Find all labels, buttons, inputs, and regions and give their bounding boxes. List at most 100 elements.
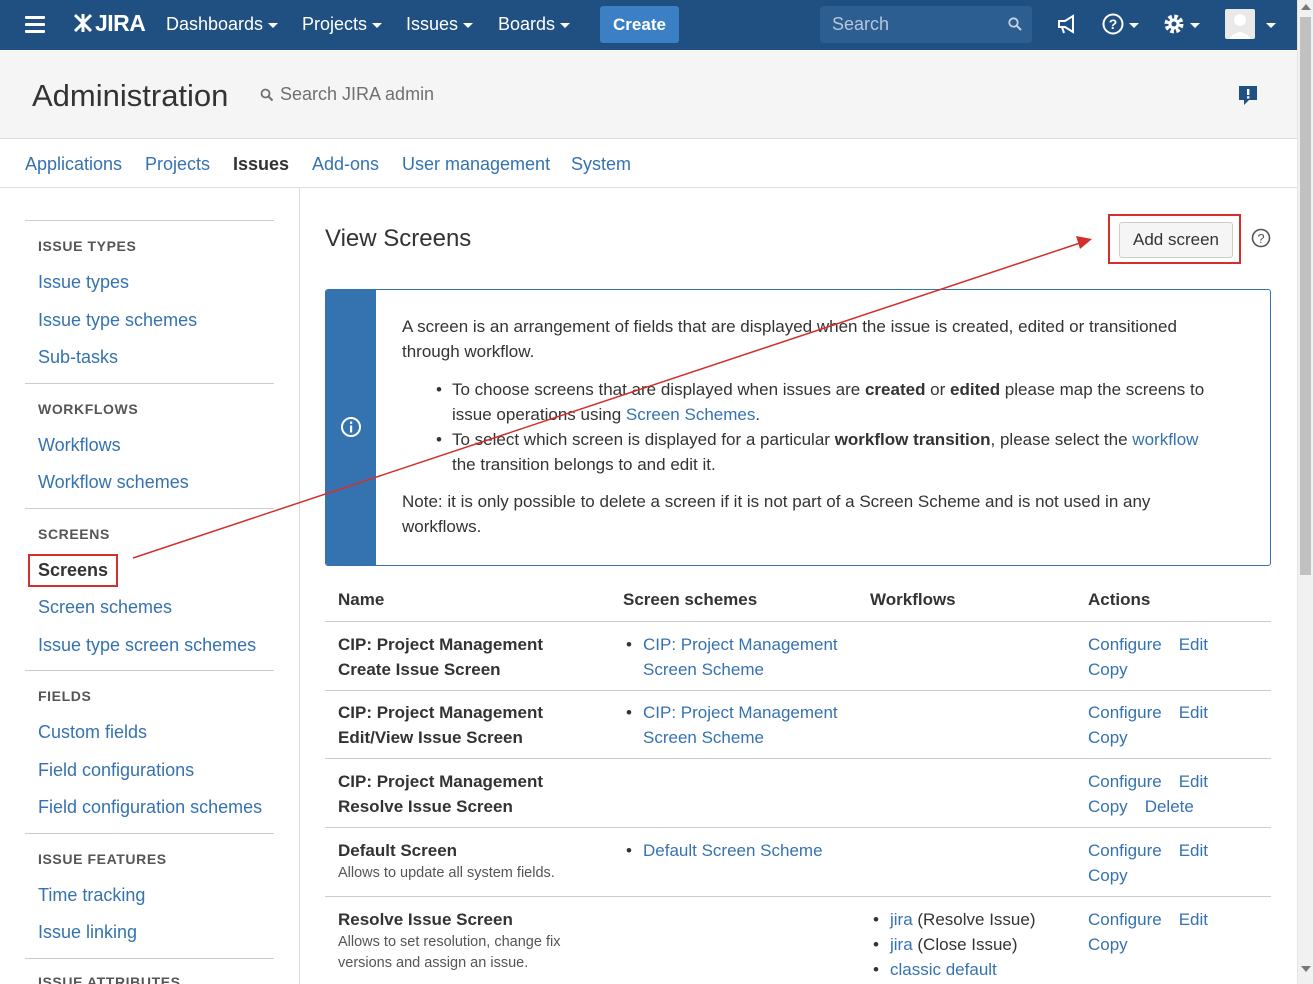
workflow-transition: (Resolve Issue) (912, 910, 1036, 929)
screen-name-cell: Resolve Issue Screen Allows to set resol… (338, 907, 583, 974)
configure-link[interactable]: Configure (1088, 635, 1162, 654)
screen-schemes-cell: CIP: Project Management Screen Scheme (623, 632, 863, 682)
workflow-link[interactable]: classic default (890, 960, 997, 979)
page-scrollbar[interactable] (1297, 0, 1313, 984)
nav-dashboards-label: Dashboards (166, 14, 264, 34)
sidebar-item-issue-type-schemes[interactable]: Issue type schemes (38, 310, 197, 331)
help-icon[interactable]: ? (1101, 12, 1125, 36)
nav-projects[interactable]: Projects (302, 14, 383, 35)
workflow-link[interactable]: jira (890, 910, 913, 929)
configure-link[interactable]: Configure (1088, 703, 1162, 722)
sidebar-heading-issue-features: ISSUE FEATURES (38, 851, 167, 867)
divider (25, 958, 274, 959)
sidebar-item-workflow-schemes[interactable]: Workflow schemes (38, 472, 189, 493)
screen-name: CIP: Project Management Edit/View Issue … (338, 703, 543, 747)
sidebar-item-field-configuration-schemes[interactable]: Field configuration schemes (38, 797, 262, 818)
annotation-highlight-box: Add screen (1108, 214, 1241, 264)
add-screen-button[interactable]: Add screen (1119, 222, 1233, 258)
nav-boards[interactable]: Boards (498, 14, 571, 35)
sidebar-item-issue-type-screen-schemes[interactable]: Issue type screen schemes (38, 635, 256, 656)
list-item: jira (Resolve Issue) (870, 907, 1090, 932)
chevron-down-icon[interactable] (1129, 23, 1139, 28)
info-text-segment: To select which screen is displayed for … (452, 430, 835, 449)
megaphone-icon[interactable] (1056, 12, 1078, 36)
nav-issues-label: Issues (406, 14, 459, 34)
sidebar-item-workflows[interactable]: Workflows (38, 435, 121, 456)
screen-schemes-link[interactable]: Screen Schemes (626, 405, 755, 424)
configure-link[interactable]: Configure (1088, 772, 1162, 791)
tab-projects[interactable]: Projects (145, 154, 210, 175)
feedback-icon[interactable] (1238, 85, 1258, 107)
search-input[interactable] (820, 6, 1000, 43)
sidebar-item-issue-linking[interactable]: Issue linking (38, 922, 137, 943)
chevron-down-icon[interactable] (1190, 23, 1200, 28)
help-icon[interactable]: ? (1251, 228, 1271, 248)
create-button[interactable]: Create (600, 6, 679, 43)
table-row: CIP: Project Management Resolve Issue Sc… (325, 758, 1271, 827)
edit-link[interactable]: Edit (1179, 703, 1208, 722)
nav-dashboards[interactable]: Dashboards (166, 14, 279, 35)
workflow-link[interactable]: jira (890, 935, 913, 954)
list-item: classic default (870, 957, 1090, 982)
screen-schemes-cell: Default Screen Scheme (623, 838, 863, 863)
scrollbar-thumb[interactable] (1300, 17, 1311, 575)
page-title: Administration (32, 78, 229, 113)
copy-link[interactable]: Copy (1088, 935, 1128, 954)
sidebar-item-field-configurations[interactable]: Field configurations (38, 760, 194, 781)
sidebar-item-screens[interactable]: Screens (38, 560, 108, 581)
tab-system[interactable]: System (571, 154, 631, 175)
workflow-link[interactable]: workflow (1132, 430, 1198, 449)
actions-cell: Configure Edit Copy (1088, 632, 1268, 682)
gear-icon[interactable] (1162, 12, 1186, 36)
screen-scheme-link[interactable]: Default Screen Scheme (643, 841, 823, 860)
tab-applications[interactable]: Applications (25, 154, 122, 175)
chevron-down-icon[interactable] (1266, 23, 1276, 28)
edit-link[interactable]: Edit (1179, 635, 1208, 654)
sidebar-item-time-tracking[interactable]: Time tracking (38, 885, 145, 906)
jira-logo[interactable]: JIRA (72, 10, 146, 37)
screen-scheme-link[interactable]: CIP: Project Management Screen Scheme (643, 635, 838, 679)
info-text-segment: . (755, 405, 761, 424)
scroll-down-arrow-icon[interactable] (1301, 966, 1311, 972)
sidebar-item-custom-fields[interactable]: Custom fields (38, 722, 147, 743)
chevron-down-icon (463, 22, 474, 28)
screen-name-cell: Default Screen Allows to update all syst… (338, 838, 588, 884)
actions-cell: Configure Edit Copy (1088, 838, 1268, 888)
sidebar-item-sub-tasks[interactable]: Sub-tasks (38, 347, 118, 368)
admin-search[interactable]: Search JIRA admin (260, 84, 434, 105)
nav-issues[interactable]: Issues (406, 14, 474, 35)
menu-icon[interactable] (25, 16, 45, 34)
screen-schemes-cell: CIP: Project Management Screen Scheme (623, 700, 863, 750)
configure-link[interactable]: Configure (1088, 910, 1162, 929)
divider (25, 833, 274, 834)
divider (25, 220, 274, 221)
sidebar-heading-screens: SCREENS (38, 526, 110, 542)
edit-link[interactable]: Edit (1179, 841, 1208, 860)
tab-add-ons[interactable]: Add-ons (312, 154, 379, 175)
copy-link[interactable]: Copy (1088, 660, 1128, 679)
delete-link[interactable]: Delete (1145, 797, 1194, 816)
copy-link[interactable]: Copy (1088, 728, 1128, 747)
avatar-icon[interactable] (1225, 9, 1255, 39)
svg-text:?: ? (1257, 231, 1264, 246)
edit-link[interactable]: Edit (1179, 772, 1208, 791)
tab-user-management[interactable]: User management (402, 154, 550, 175)
column-header-screen-schemes: Screen schemes (623, 590, 758, 609)
sidebar-item-screen-schemes[interactable]: Screen schemes (38, 597, 172, 618)
edit-link[interactable]: Edit (1179, 910, 1208, 929)
info-message-text: A screen is an arrangement of fields tha… (402, 314, 1222, 552)
screen-name: Default Screen (338, 841, 458, 860)
workflow-transition: (Close Issue) (912, 935, 1018, 954)
tab-issues[interactable]: Issues (233, 154, 289, 175)
search-icon[interactable] (1008, 17, 1022, 31)
svg-text:?: ? (1109, 16, 1118, 32)
logo-text: JIRA (95, 10, 146, 36)
scroll-up-arrow-icon[interactable] (1301, 4, 1311, 10)
copy-link[interactable]: Copy (1088, 797, 1128, 816)
screen-scheme-link[interactable]: CIP: Project Management Screen Scheme (643, 703, 838, 747)
configure-link[interactable]: Configure (1088, 841, 1162, 860)
divider (25, 383, 274, 384)
sidebar-heading-fields: FIELDS (38, 688, 92, 704)
sidebar-item-issue-types[interactable]: Issue types (38, 272, 129, 293)
copy-link[interactable]: Copy (1088, 866, 1128, 885)
